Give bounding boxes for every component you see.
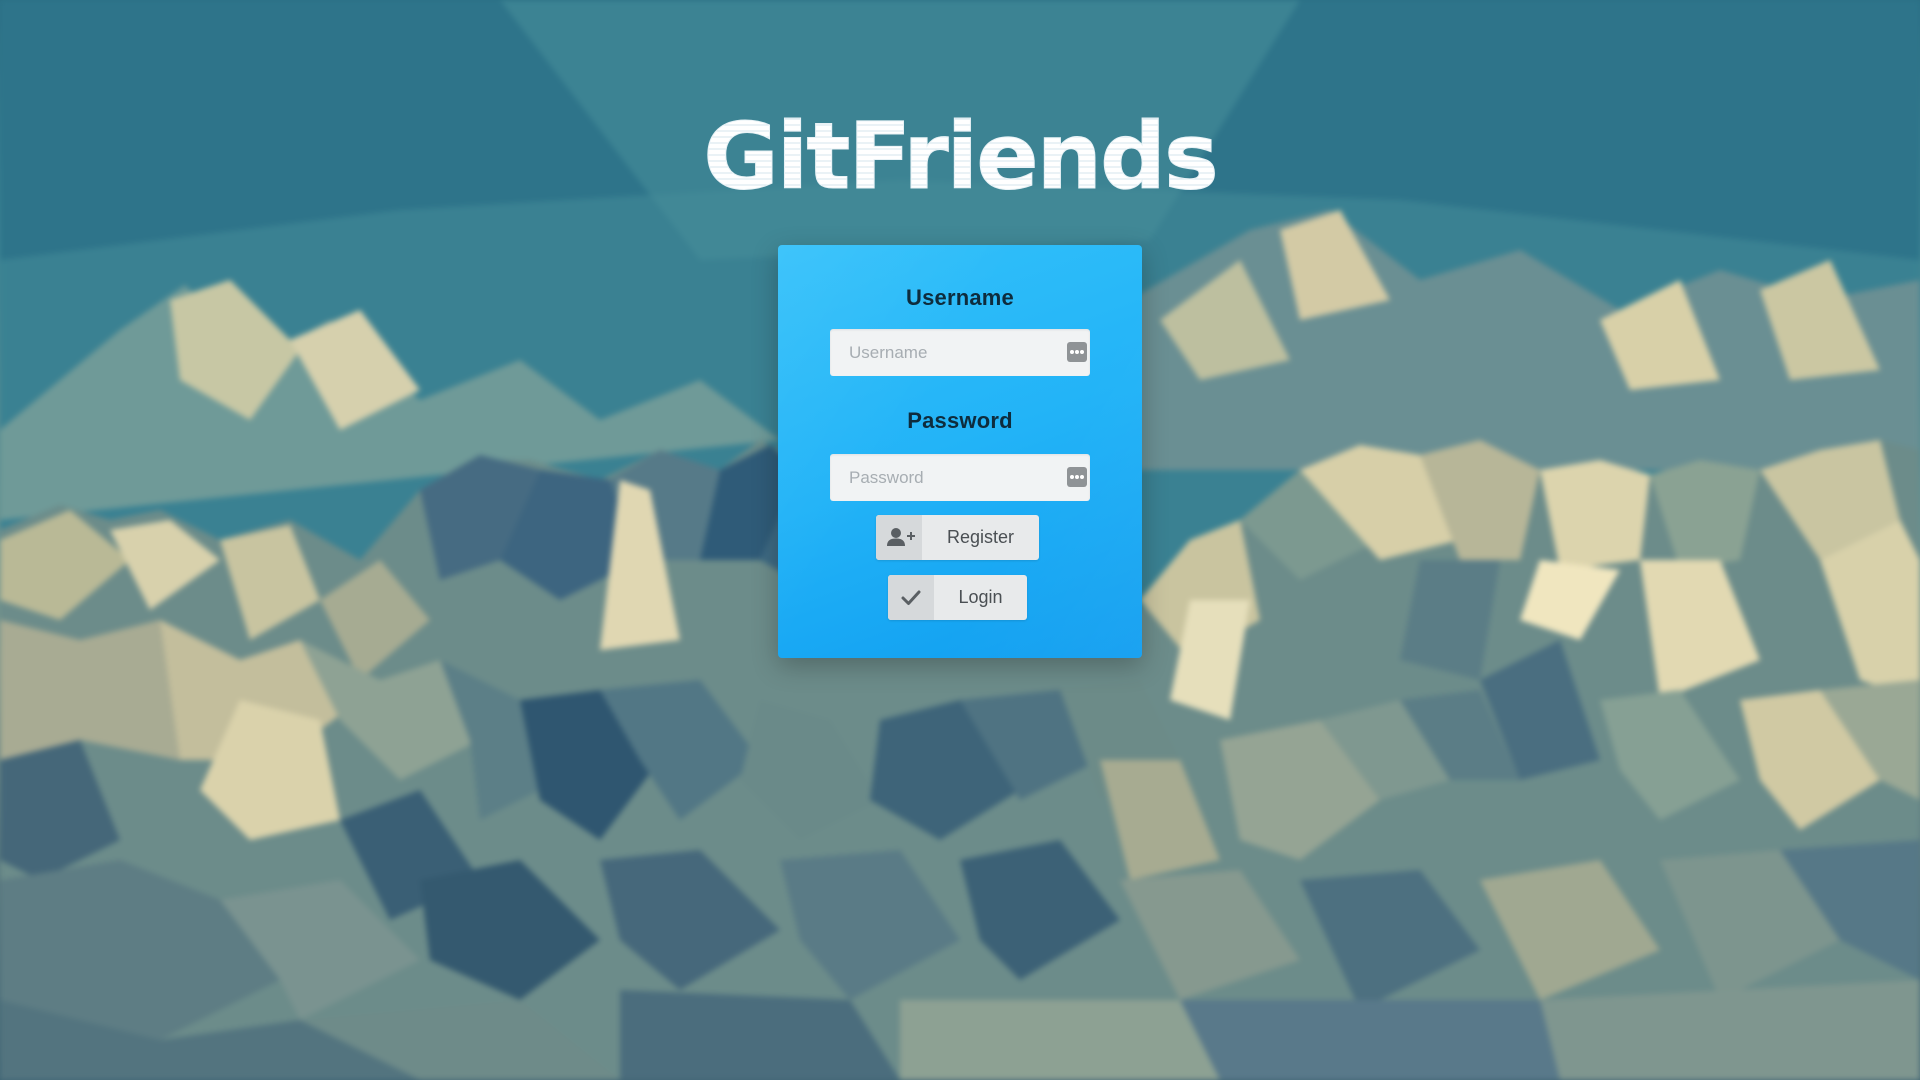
gitfriends-logo: GitFriends — [670, 98, 1250, 201]
add-user-icon — [876, 515, 922, 560]
password-manager-dots-icon[interactable] — [1067, 467, 1087, 487]
logo-text: GitFriends — [703, 103, 1216, 200]
password-input[interactable] — [830, 454, 1059, 501]
password-manager-dots-icon[interactable] — [1067, 342, 1087, 362]
password-field-wrapper — [830, 454, 1090, 501]
username-field-wrapper — [830, 329, 1090, 376]
checkmark-icon — [888, 575, 934, 620]
username-label: Username — [906, 285, 1014, 310]
login-button[interactable]: Login — [888, 575, 1027, 620]
register-button-label: Register — [946, 527, 1015, 547]
login-button-label: Login — [958, 587, 1003, 607]
register-button[interactable]: Register — [876, 515, 1039, 560]
username-input[interactable] — [830, 329, 1059, 376]
password-label: Password — [907, 408, 1013, 433]
login-panel: Username Password Register — [778, 245, 1142, 658]
